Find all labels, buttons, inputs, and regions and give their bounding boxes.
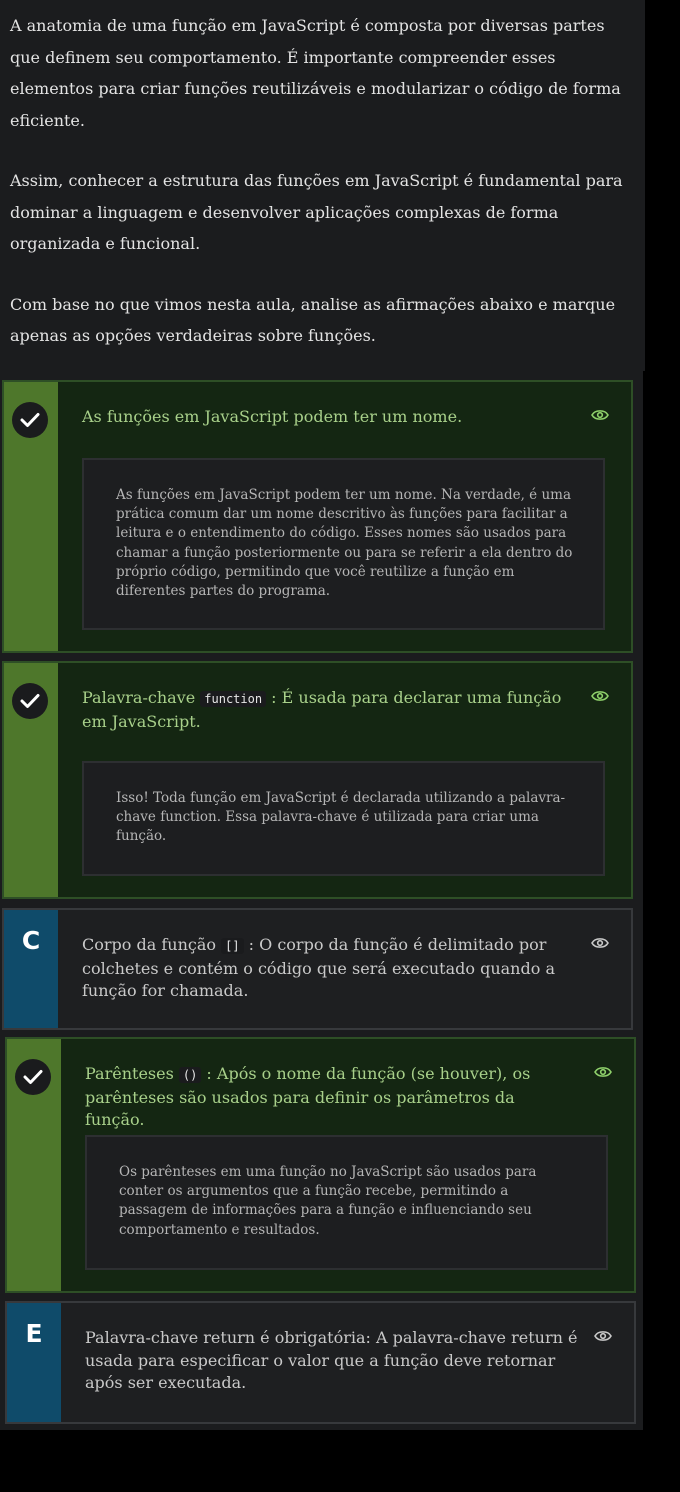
option-explanation: Isso! Toda função em JavaScript é declar… [82, 761, 605, 876]
option-c[interactable]: C Corpo da função [] : O corpo da função… [2, 908, 633, 1030]
option-b[interactable]: Palavra-chave function : É usada para de… [2, 661, 633, 899]
eye-icon[interactable] [591, 936, 609, 950]
option-text: As funções em JavaScript podem ter um no… [82, 407, 463, 426]
code-snippet: [] [221, 938, 244, 954]
option-letter: E [25, 1319, 43, 1348]
option-explanation: Os parênteses em uma função no JavaScrip… [85, 1135, 608, 1270]
code-snippet: function [200, 691, 267, 707]
eye-icon[interactable] [591, 689, 609, 703]
option-text-part: Palavra-chave [82, 688, 201, 707]
option-a[interactable]: As funções em JavaScript podem ter um no… [2, 380, 633, 653]
check-icon [15, 1059, 51, 1095]
option-text: Palavra-chave function : É usada para de… [82, 687, 575, 733]
option-explanation: As funções em JavaScript podem ter um no… [82, 458, 605, 630]
option-text-part: Parênteses [85, 1064, 179, 1083]
intro-paragraph: Com base no que vimos nesta aula, analis… [10, 294, 616, 346]
intro-paragraph: Assim, conhecer a estrutura das funções … [10, 171, 623, 253]
option-letter: C [21, 926, 41, 955]
check-icon [12, 402, 48, 438]
eye-icon[interactable] [594, 1065, 612, 1079]
eye-icon[interactable] [594, 1329, 612, 1343]
option-text: Corpo da função [] : O corpo da função é… [82, 934, 575, 1003]
question-statement: A anatomia de uma função em JavaScript é… [0, 0, 645, 371]
option-e[interactable]: E Palavra-chave return é obrigatória: A … [5, 1301, 636, 1424]
option-text-part: Corpo da função [82, 935, 222, 954]
option-text: Palavra-chave return é obrigatória: A pa… [85, 1328, 578, 1392]
eye-icon[interactable] [591, 408, 609, 422]
intro-paragraph: A anatomia de uma função em JavaScript é… [10, 16, 621, 130]
option-d[interactable]: Parênteses () : Após o nome da função (s… [5, 1037, 636, 1293]
check-icon [12, 683, 48, 719]
option-text: Parênteses () : Após o nome da função (s… [85, 1063, 578, 1132]
code-snippet: () [178, 1067, 202, 1083]
